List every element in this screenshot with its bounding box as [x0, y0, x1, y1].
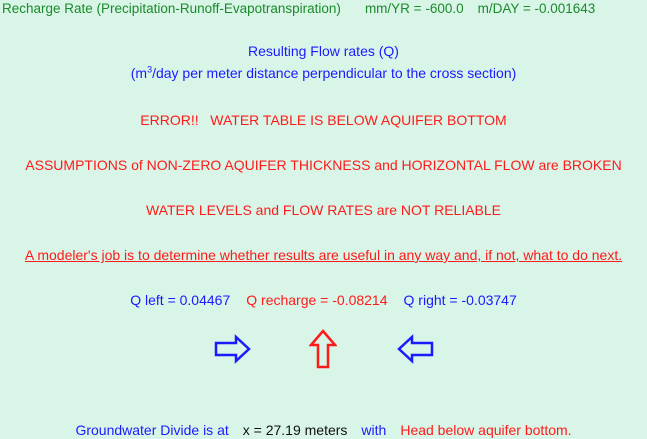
q-left: Q left = 0.04467 — [130, 292, 231, 308]
recharge-mm-yr: mm/YR = -600.0 — [364, 1, 464, 16]
recharge-label: Recharge Rate (Precipitation-Runoff-Evap… — [2, 1, 341, 16]
reliability-message: WATER LEVELS and FLOW RATES are NOT RELI… — [145, 202, 502, 218]
arrow-right-icon — [214, 334, 251, 364]
flow-units-suffix: /day per meter distance perpendicular to… — [152, 65, 517, 81]
q-recharge: Q recharge = -0.08214 — [246, 292, 388, 308]
assumptions-message: ASSUMPTIONS of NON-ZERO AQUIFER THICKNES… — [25, 157, 622, 173]
modeler-message-text: A modeler's job is to determine whether … — [24, 247, 623, 263]
divide-prefix: Groundwater Divide is at — [75, 422, 229, 438]
results-panel: Recharge Rate (Precipitation-Runoff-Evap… — [0, 0, 647, 439]
groundwater-divide-line: Groundwater Divide is at x = 27.19 meters… — [0, 421, 647, 439]
recharge-rate-line: Recharge Rate (Precipitation-Runoff-Evap… — [2, 0, 647, 18]
arrow-up-icon — [309, 329, 337, 369]
recharge-m-day: m/DAY = -0.001643 — [477, 1, 596, 16]
flow-units-prefix: (m — [130, 65, 148, 81]
q-right: Q right = -0.03747 — [403, 292, 517, 308]
divide-position: x = 27.19 meters — [242, 422, 348, 438]
modeler-message: A modeler's job is to determine whether … — [0, 246, 647, 264]
flow-units: (m3/day per meter distance perpendicular… — [0, 64, 647, 82]
divide-head: Head below aquifer bottom. — [400, 422, 572, 438]
flow-title: Resulting Flow rates (Q) — [248, 43, 399, 59]
error-message: ERROR!! WATER TABLE IS BELOW AQUIFER BOT… — [140, 112, 507, 128]
divide-with: with — [361, 422, 387, 438]
q-values-line: Q left = 0.04467 Q recharge = -0.08214 Q r… — [0, 291, 647, 309]
arrow-left-icon — [397, 334, 434, 364]
